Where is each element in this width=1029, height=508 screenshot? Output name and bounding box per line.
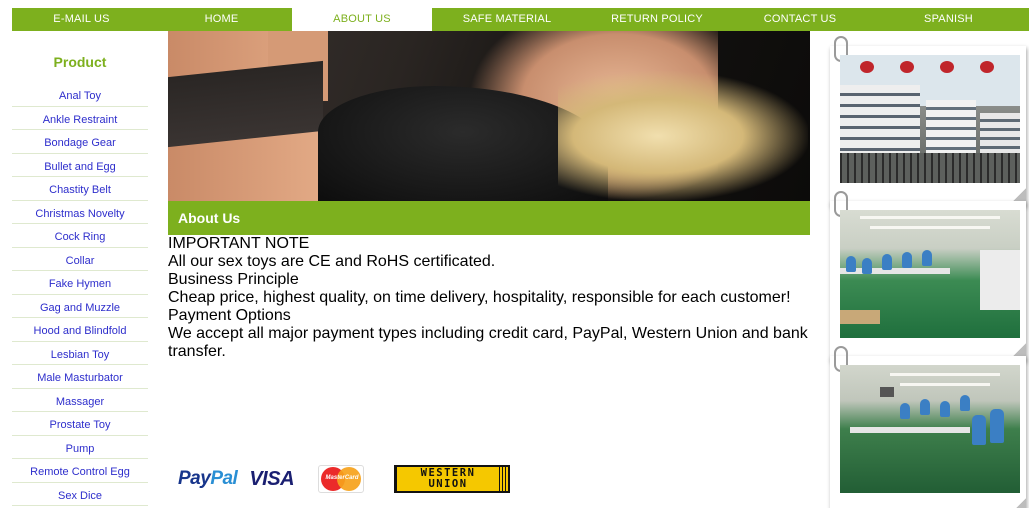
photo-card [830,36,1026,206]
nav-home[interactable]: HOME [151,8,292,31]
category-link-pump[interactable]: Pump [66,443,95,455]
category-link-lesbian-toy[interactable]: Lesbian Toy [51,349,110,361]
list-item: Massager [12,389,148,412]
list-item: Cock Ring [12,224,148,248]
business-principle-heading: Business Principle [168,271,299,288]
important-note-heading: IMPORTANT NOTE [168,235,310,252]
nav-email-us[interactable]: E-MAIL US [12,8,151,31]
payment-options-heading: Payment Options [168,307,291,324]
list-item: Bondage Gear [12,130,148,154]
list-item: Ankle Restraint [12,107,148,130]
list-item: Chastity Belt [12,177,148,201]
nav-spanish[interactable]: SPANISH [868,8,1029,31]
list-item: Collar [12,248,148,271]
factory-building-photo [840,55,1020,183]
list-item: Bullet and Egg [12,154,148,177]
list-item: Male Masturbator [12,365,148,389]
factory-photo-column [830,31,1029,508]
production-line-photo-1 [840,210,1020,338]
photo-card [830,191,1026,361]
category-link-christmas-novelty[interactable]: Christmas Novelty [35,208,124,220]
list-item: Lesbian Toy [12,342,148,365]
visa-logo: VISA [249,467,295,490]
category-link-fake-hymen[interactable]: Fake Hymen [49,278,111,290]
nav-safe-material[interactable]: SAFE MATERIAL [432,8,582,31]
western-union-logo: WESTERN UNION [394,465,511,493]
category-link-anal-toy[interactable]: Anal Toy [59,90,101,102]
list-item: Hood and Blindfold [12,318,148,342]
category-link-remote-control-egg[interactable]: Remote Control Egg [30,466,130,478]
section-title: About Us [168,201,810,235]
category-link-bondage-gear[interactable]: Bondage Gear [44,137,116,149]
business-principle-text: Cheap price, highest quality, on time de… [168,289,791,306]
list-item: Fake Hymen [12,271,148,295]
nav-contact-us[interactable]: CONTACT US [732,8,868,31]
list-item: Remote Control Egg [12,459,148,483]
list-item: Gag and Muzzle [12,295,148,318]
category-link-chastity-belt[interactable]: Chastity Belt [49,184,111,196]
category-link-collar[interactable]: Collar [66,255,95,267]
sidebar-heading: Product [53,54,107,70]
paypal-logo: PayPal [178,468,238,489]
important-note-text: All our sex toys are CE and RoHS certifi… [168,253,496,270]
product-sidebar: Product Anal Toy Ankle Restraint Bondage… [12,31,148,506]
list-item: Prostate Toy [12,412,148,436]
photo-card [830,346,1026,508]
category-link-gag-and-muzzle[interactable]: Gag and Muzzle [40,302,120,314]
category-link-cock-ring[interactable]: Cock Ring [55,231,106,243]
hero-banner-image [168,31,810,201]
product-category-list: Anal Toy Ankle Restraint Bondage Gear Bu… [12,83,148,506]
list-item: Sex Dice [12,483,148,506]
list-item: Christmas Novelty [12,201,148,224]
main-content: About Us IMPORTANT NOTE All our sex toys… [168,31,810,501]
mastercard-logo: MasterCard [318,465,365,493]
payment-logos: PayPal VISA MasterCard WESTERN UNION [178,464,511,494]
category-link-massager[interactable]: Massager [56,396,104,408]
category-link-ankle-restraint[interactable]: Ankle Restraint [43,114,118,126]
nav-return-policy[interactable]: RETURN POLICY [582,8,732,31]
category-link-prostate-toy[interactable]: Prostate Toy [50,419,111,431]
page-curl-icon [1008,498,1026,508]
category-link-male-masturbator[interactable]: Male Masturbator [37,372,123,384]
list-item: Pump [12,436,148,459]
category-link-bullet-and-egg[interactable]: Bullet and Egg [44,161,116,173]
production-line-photo-2 [840,365,1020,493]
top-navigation: E-MAIL US HOME ABOUT US SAFE MATERIAL RE… [12,8,1029,31]
nav-about-us[interactable]: ABOUT US [292,8,432,31]
category-link-hood-and-blindfold[interactable]: Hood and Blindfold [34,325,127,337]
payment-options-text: We accept all major payment types includ… [168,325,808,360]
list-item: Anal Toy [12,83,148,107]
category-link-sex-dice[interactable]: Sex Dice [58,490,102,502]
